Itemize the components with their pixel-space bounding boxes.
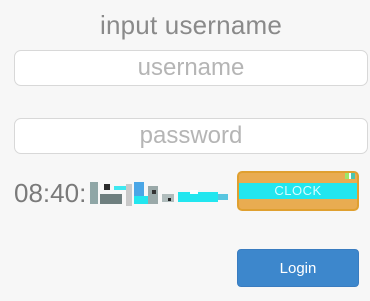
clock-button-glitch-speck [345,173,355,179]
login-button[interactable]: Login [237,249,359,287]
page-title: input username [99,10,283,40]
password-input[interactable] [14,118,368,154]
clock-time-display: 08:40: [14,178,87,208]
clock-button-label: CLOCK [274,183,322,198]
login-page: input username 08:40: CLOCK Login [0,0,370,301]
username-input[interactable] [14,50,368,86]
clock-button[interactable]: CLOCK [237,171,359,211]
